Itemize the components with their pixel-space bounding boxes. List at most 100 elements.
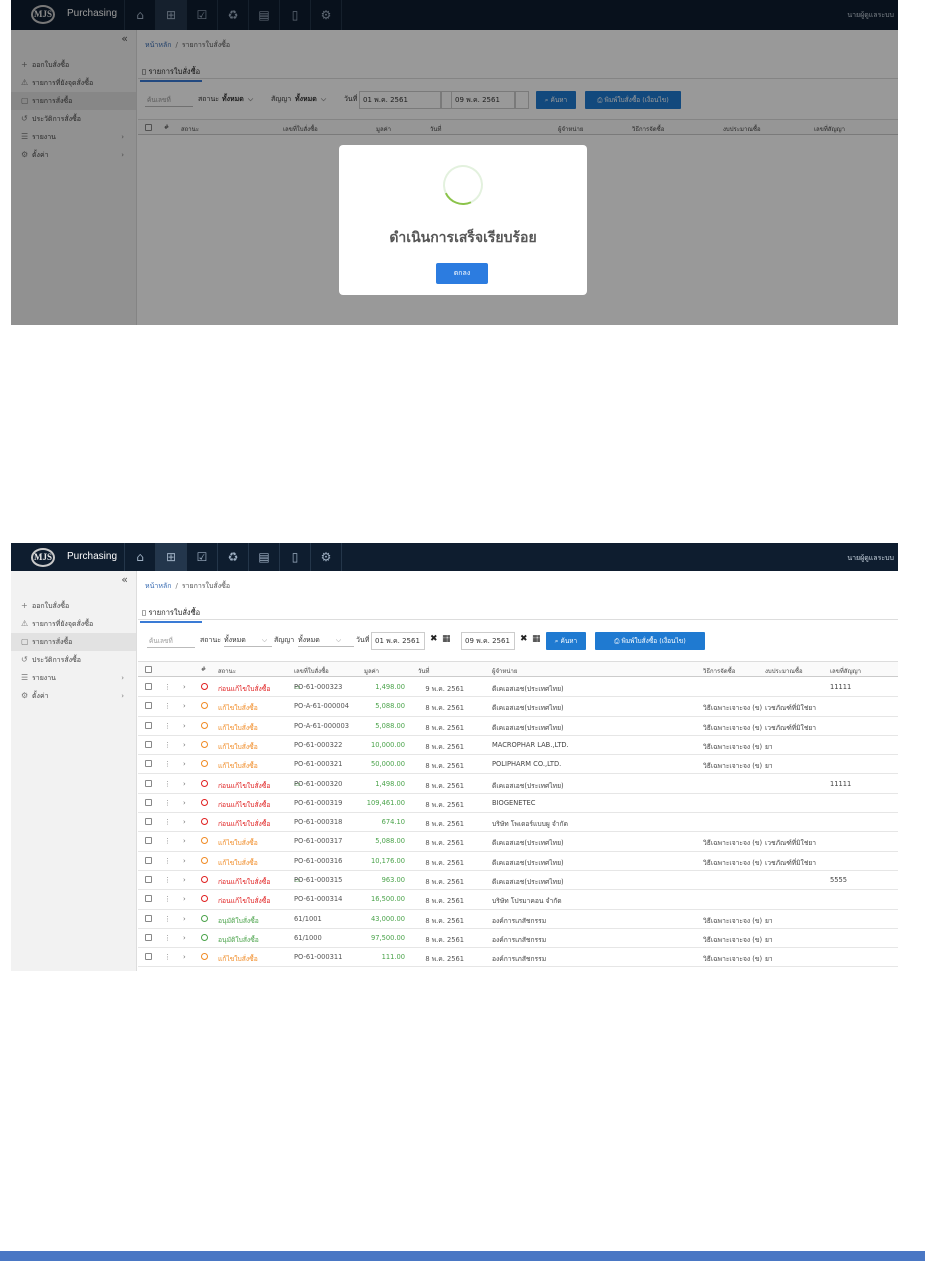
tab-po-list[interactable]: ▯ รายการใบสั่งซื้อ bbox=[140, 607, 203, 623]
row-menu-icon[interactable]: ⋮ bbox=[164, 722, 171, 730]
collapse-sidebar-icon[interactable]: « bbox=[121, 573, 128, 586]
status-text[interactable]: แก้ไขใบสั่งซื้อ bbox=[218, 837, 258, 848]
expand-row-icon[interactable]: › bbox=[183, 799, 186, 807]
status-text[interactable]: แก้ไขใบสั่งซื้อ bbox=[218, 953, 258, 964]
row-checkbox[interactable] bbox=[145, 760, 152, 768]
row-menu-icon[interactable]: ⋮ bbox=[164, 857, 171, 865]
row-menu-icon[interactable]: ⋮ bbox=[164, 876, 171, 884]
po-number[interactable]: PO-61-000323 bbox=[294, 683, 342, 691]
expand-row-icon[interactable]: › bbox=[183, 934, 186, 942]
row-checkbox[interactable] bbox=[145, 779, 152, 787]
row-menu-icon[interactable]: ⋮ bbox=[164, 702, 171, 710]
expand-row-icon[interactable]: › bbox=[183, 895, 186, 903]
status-text[interactable]: ก่อนแก้ไขใบสั่งซื้อ bbox=[218, 799, 270, 810]
sidebar-item-reports[interactable]: ☰ รายงาน › bbox=[11, 669, 136, 687]
row-checkbox[interactable] bbox=[145, 876, 152, 883]
date-to-input[interactable]: 09 พ.ค. 2561 bbox=[461, 632, 515, 650]
row-checkbox[interactable] bbox=[145, 702, 152, 710]
po-number[interactable]: 61/1000 bbox=[294, 934, 322, 942]
table-row[interactable]: ⋮ › อนุมัติใบสั่งซื้อ 61/1000 97,500.00 8 พ.ค… bbox=[138, 929, 898, 949]
po-number[interactable]: PO-A-61-000003 bbox=[294, 722, 349, 730]
row-menu-icon[interactable]: ⋮ bbox=[164, 741, 171, 749]
po-number[interactable]: PO-61-000322 bbox=[294, 741, 342, 749]
search-input[interactable]: ค้นเลขที่ bbox=[147, 634, 195, 648]
status-text[interactable]: แก้ไขใบสั่งซื้อ bbox=[218, 722, 258, 733]
expand-row-icon[interactable]: › bbox=[183, 915, 186, 923]
clear-date-from-icon[interactable]: ✖ bbox=[430, 634, 438, 644]
table-row[interactable]: ⋮ › แก้ไขใบสั่งซื้อ PO-61-000321 50,000.00 8 … bbox=[138, 755, 898, 775]
po-number[interactable]: PO-61-000315 bbox=[294, 876, 342, 884]
table-row[interactable]: ⋮ › อนุมัติใบสั่งซื้อ 61/1001 43,000.00 8 พ.ค… bbox=[138, 910, 898, 929]
po-number[interactable]: PO-61-000319 bbox=[294, 799, 342, 807]
expand-row-icon[interactable]: › bbox=[183, 702, 186, 710]
status-select[interactable]: ทั้งหมด ⌵ bbox=[224, 635, 272, 647]
clear-date-to-icon[interactable]: ✖ bbox=[520, 634, 528, 644]
expand-row-icon[interactable]: › bbox=[183, 857, 186, 865]
cart-icon[interactable]: ⊞ bbox=[156, 543, 187, 571]
sidebar-item-po-list[interactable]: ▢ รายการสั่งซื้อ bbox=[11, 633, 136, 651]
expand-row-icon[interactable]: › bbox=[183, 741, 186, 749]
table-row[interactable]: ⋮ › ก่อนแก้ไขใบสั่งซื้อ ▭ PO-61-000320 1,498.… bbox=[138, 775, 898, 794]
table-row[interactable]: ⋮ › แก้ไขใบสั่งซื้อ PO-61-000317 5,088.00 8 พ… bbox=[138, 832, 898, 852]
status-text[interactable]: อนุมัติใบสั่งซื้อ bbox=[218, 915, 259, 926]
document-icon[interactable]: ▯ bbox=[280, 543, 311, 571]
status-text[interactable]: ก่อนแก้ไขใบสั่งซื้อ bbox=[218, 818, 270, 829]
row-menu-icon[interactable]: ⋮ bbox=[164, 760, 171, 768]
row-menu-icon[interactable]: ⋮ bbox=[164, 915, 171, 923]
status-text[interactable]: อนุมัติใบสั่งซื้อ bbox=[218, 934, 259, 945]
po-number[interactable]: 61/1001 bbox=[294, 915, 322, 923]
checklist-icon[interactable]: ☑ bbox=[187, 543, 218, 571]
row-checkbox[interactable] bbox=[145, 837, 152, 845]
table-row[interactable]: ⋮ › แก้ไขใบสั่งซื้อ PO-A-61-000004 5,088.00 8… bbox=[138, 697, 898, 717]
row-menu-icon[interactable]: ⋮ bbox=[164, 934, 171, 942]
table-row[interactable]: ⋮ › ก่อนแก้ไขใบสั่งซื้อ ▭ PO-61-000323 1,498.… bbox=[138, 678, 898, 698]
row-menu-icon[interactable]: ⋮ bbox=[164, 780, 171, 788]
sidebar-item-settings[interactable]: ⚙ ตั้งค่า › bbox=[11, 687, 136, 705]
row-checkbox[interactable] bbox=[145, 933, 152, 941]
row-menu-icon[interactable]: ⋮ bbox=[164, 683, 171, 691]
row-menu-icon[interactable]: ⋮ bbox=[164, 953, 171, 961]
print-po-button[interactable]: ⎙ พิมพ์ใบสั่งซื้อ (เงื่อนไข) bbox=[595, 632, 705, 650]
table-row[interactable]: ⋮ › ก่อนแก้ไขใบสั่งซื้อ PO-61-000318 674.10 8… bbox=[138, 813, 898, 833]
home-icon[interactable]: ⌂ bbox=[125, 543, 156, 571]
row-checkbox[interactable] bbox=[145, 895, 152, 903]
status-text[interactable]: แก้ไขใบสั่งซื้อ bbox=[218, 702, 258, 713]
expand-row-icon[interactable]: › bbox=[183, 876, 186, 884]
po-number[interactable]: PO-61-000318 bbox=[294, 818, 342, 826]
po-number[interactable]: PO-61-000321 bbox=[294, 760, 342, 768]
table-row[interactable]: ⋮ › ก่อนแก้ไขใบสั่งซื้อ PO-61-000319 109,461… bbox=[138, 794, 898, 814]
table-row[interactable]: ⋮ › แก้ไขใบสั่งซื้อ PO-A-61-000003 5,088.00 8… bbox=[138, 717, 898, 736]
po-number[interactable]: PO-61-000316 bbox=[294, 857, 342, 865]
po-number[interactable]: PO-A-61-000004 bbox=[294, 702, 349, 710]
sidebar-item-history[interactable]: ↺ ประวัติการสั่งซื้อ bbox=[11, 651, 136, 669]
status-text[interactable]: ก่อนแก้ไขใบสั่งซื้อ bbox=[218, 876, 270, 887]
expand-row-icon[interactable]: › bbox=[183, 683, 186, 691]
row-checkbox[interactable] bbox=[145, 740, 152, 748]
sidebar-item-reorder[interactable]: ⚠ รายการที่ยังจุดสั่งซื้อ bbox=[11, 615, 136, 633]
status-text[interactable]: ก่อนแก้ไขใบสั่งซื้อ bbox=[218, 895, 270, 906]
status-text[interactable]: แก้ไขใบสั่งซื้อ bbox=[218, 760, 258, 771]
po-number[interactable]: PO-61-000311 bbox=[294, 953, 342, 961]
row-checkbox[interactable] bbox=[145, 721, 152, 729]
table-row[interactable]: ⋮ › แก้ไขใบสั่งซื้อ PO-61-000311 111.00 8 พ.ค… bbox=[138, 948, 898, 968]
select-all-checkbox[interactable] bbox=[145, 666, 152, 673]
search-button[interactable]: ⌕ ค้นหา bbox=[546, 632, 586, 650]
row-checkbox[interactable] bbox=[145, 683, 152, 690]
breadcrumb-home[interactable]: หน้าหลัก bbox=[145, 582, 171, 590]
calendar-from-icon[interactable]: ▦ bbox=[442, 634, 451, 644]
expand-row-icon[interactable]: › bbox=[183, 760, 186, 768]
row-menu-icon[interactable]: ⋮ bbox=[164, 837, 171, 845]
row-menu-icon[interactable]: ⋮ bbox=[164, 895, 171, 903]
row-menu-icon[interactable]: ⋮ bbox=[164, 799, 171, 807]
settings-icon[interactable]: ⚙ bbox=[311, 543, 342, 571]
status-text[interactable]: แก้ไขใบสั่งซื้อ bbox=[218, 741, 258, 752]
po-number[interactable]: PO-61-000314 bbox=[294, 895, 342, 903]
po-number[interactable]: PO-61-000317 bbox=[294, 837, 342, 845]
grocery-icon[interactable]: ♻ bbox=[218, 543, 249, 571]
table-row[interactable]: ⋮ › แก้ไขใบสั่งซื้อ PO-61-000322 10,000.00 8 … bbox=[138, 736, 898, 756]
row-checkbox[interactable] bbox=[145, 856, 152, 864]
contract-select[interactable]: ทั้งหมด ⌵ bbox=[298, 635, 354, 647]
row-checkbox[interactable] bbox=[145, 953, 152, 961]
calendar-to-icon[interactable]: ▦ bbox=[532, 634, 541, 644]
table-row[interactable]: ⋮ › แก้ไขใบสั่งซื้อ PO-61-000316 10,176.00 8 … bbox=[138, 852, 898, 871]
